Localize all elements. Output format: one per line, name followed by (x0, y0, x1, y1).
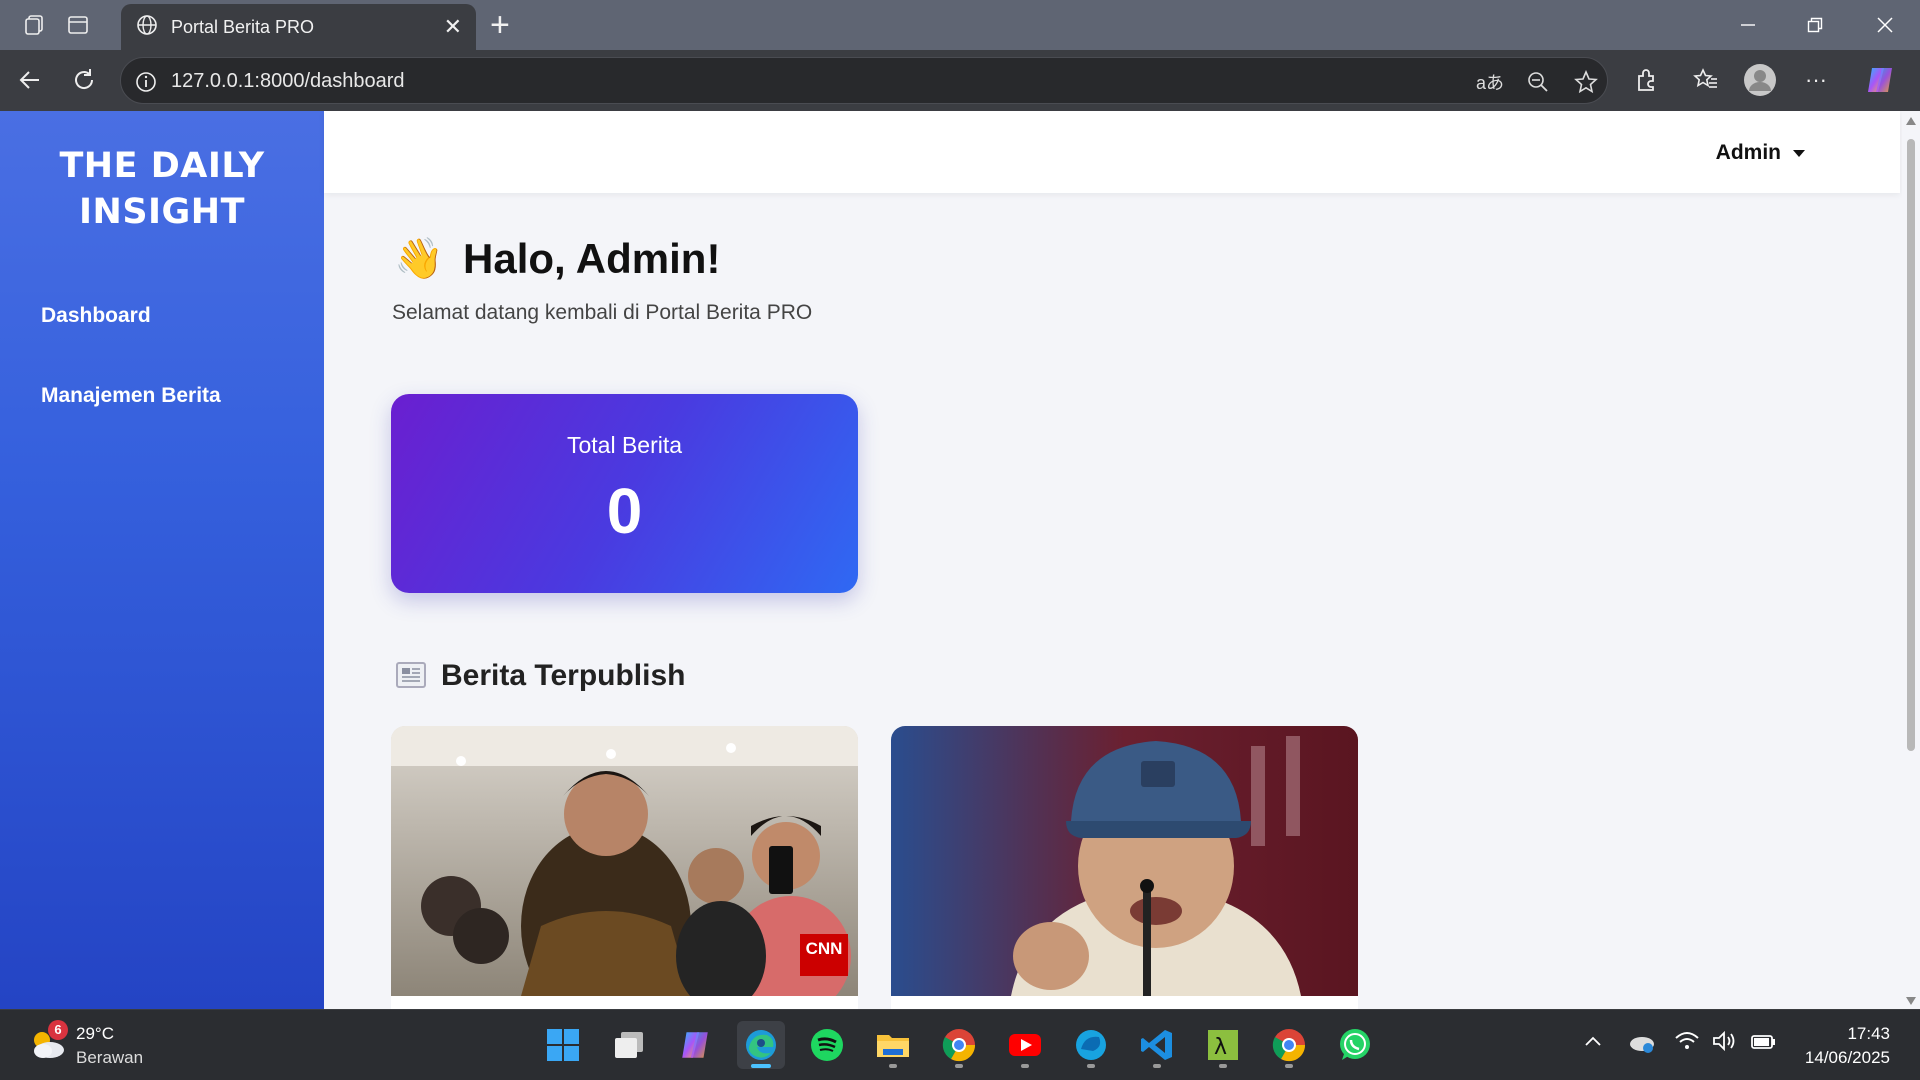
youtube-icon[interactable] (1001, 1021, 1049, 1069)
wifi-icon[interactable] (1674, 1030, 1700, 1057)
scrollbar-thumb[interactable] (1907, 139, 1915, 751)
whatsapp-icon[interactable] (1331, 1021, 1379, 1069)
translate-icon[interactable]: aあ (1475, 67, 1505, 97)
system-clock[interactable]: 17:43 14/06/2025 (1805, 1022, 1890, 1070)
page-scrollbar[interactable] (1902, 111, 1920, 1009)
browser-tab-bar: Portal Berita PRO ✕ + (0, 0, 1920, 50)
minimize-icon[interactable] (1715, 0, 1781, 50)
stat-label: Total Berita (566, 432, 683, 458)
url-text: 127.0.0.1:8000/dashboard (171, 70, 405, 92)
weather-description[interactable]: Berawan (76, 1048, 143, 1068)
new-tab-icon[interactable]: + (490, 6, 510, 45)
sidebar-item-manajemen-berita[interactable]: Manajemen Berita (41, 384, 221, 408)
news-card[interactable]: CNN (391, 726, 858, 1009)
vscode-icon[interactable] (1133, 1021, 1181, 1069)
clock-time: 17:43 (1847, 1024, 1890, 1043)
top-navbar: Admin (324, 111, 1900, 193)
brand-logo[interactable]: THE DAILY INSIGHT (0, 143, 324, 235)
news-image: CNN (391, 726, 858, 1009)
news-image (891, 726, 1358, 996)
page-title: Halo, Admin! (463, 235, 721, 282)
total-news-card: Total Berita 0 (391, 394, 858, 593)
tab-title: Portal Berita PRO (171, 16, 315, 37)
page-subtitle: Selamat datang kembali di Portal Berita … (392, 301, 813, 324)
address-bar-row: 127.0.0.1:8000/dashboard aあ ··· (0, 50, 1920, 111)
windows-start-icon[interactable] (539, 1021, 587, 1069)
zoom-icon[interactable] (1523, 67, 1553, 97)
copilot-icon[interactable] (1862, 62, 1898, 98)
sidebar: THE DAILY INSIGHT Dashboard Manajemen Be… (0, 111, 324, 1009)
maple-app-icon[interactable]: λ (1199, 1021, 1247, 1069)
workspaces-icon[interactable] (16, 7, 52, 43)
profile-avatar-icon[interactable] (1742, 62, 1778, 98)
close-tab-icon[interactable]: ✕ (444, 14, 462, 40)
close-window-icon[interactable] (1852, 0, 1918, 50)
spotify-icon[interactable] (803, 1021, 851, 1069)
brand-line-1: THE DAILY (59, 146, 265, 186)
edge-dev-icon[interactable] (1067, 1021, 1115, 1069)
favorites-icon[interactable] (1688, 62, 1724, 98)
onedrive-icon[interactable] (1628, 1030, 1656, 1059)
clock-date: 14/06/2025 (1804, 1048, 1890, 1067)
file-explorer-icon[interactable] (869, 1021, 917, 1069)
sidebar-item-dashboard[interactable]: Dashboard (41, 304, 151, 328)
caret-down-icon (1793, 149, 1805, 157)
task-view-icon[interactable] (605, 1021, 653, 1069)
weather-temperature[interactable]: 29°C (76, 1024, 114, 1044)
user-menu-dropdown[interactable]: Admin (1716, 141, 1805, 165)
url-field[interactable]: 127.0.0.1:8000/dashboard aあ (120, 57, 1608, 104)
globe-icon (135, 13, 159, 42)
chrome-profile-icon[interactable] (1265, 1021, 1313, 1069)
svg-text:λ: λ (1214, 1035, 1227, 1060)
volume-icon[interactable] (1712, 1030, 1738, 1057)
edge-browser-icon[interactable] (737, 1021, 785, 1069)
cnn-logo: CNN (800, 934, 848, 976)
favorite-star-icon[interactable] (1571, 67, 1601, 97)
news-card[interactable] (891, 726, 1358, 1009)
newspaper-icon (396, 662, 426, 688)
site-info-icon[interactable] (131, 67, 161, 97)
waving-hand-icon: 👋 (394, 237, 444, 281)
restore-icon[interactable] (1782, 0, 1848, 50)
chrome-icon[interactable] (935, 1021, 983, 1069)
stat-value: 0 (606, 475, 643, 547)
back-icon[interactable] (12, 62, 48, 98)
tab-actions-icon[interactable] (60, 7, 96, 43)
reload-icon[interactable] (66, 62, 102, 98)
chevron-up-icon[interactable] (1584, 1034, 1602, 1052)
more-options-icon[interactable]: ··· (1798, 62, 1834, 98)
browser-tab-active[interactable]: Portal Berita PRO ✕ (121, 4, 476, 50)
taskbar: 6 29°C Berawan λ 17:43 14/06/2025 (0, 1009, 1920, 1080)
active-indicator (751, 1064, 771, 1068)
copilot-app-icon[interactable] (671, 1021, 719, 1069)
extensions-icon[interactable] (1628, 62, 1664, 98)
battery-icon[interactable] (1750, 1030, 1778, 1057)
user-menu-label: Admin (1715, 141, 1781, 164)
weather-badge: 6 (48, 1020, 68, 1040)
brand-line-2: INSIGHT (79, 192, 245, 232)
page-viewport: THE DAILY INSIGHT Dashboard Manajemen Be… (0, 111, 1920, 1009)
section-title: Berita Terpublish (441, 659, 686, 692)
